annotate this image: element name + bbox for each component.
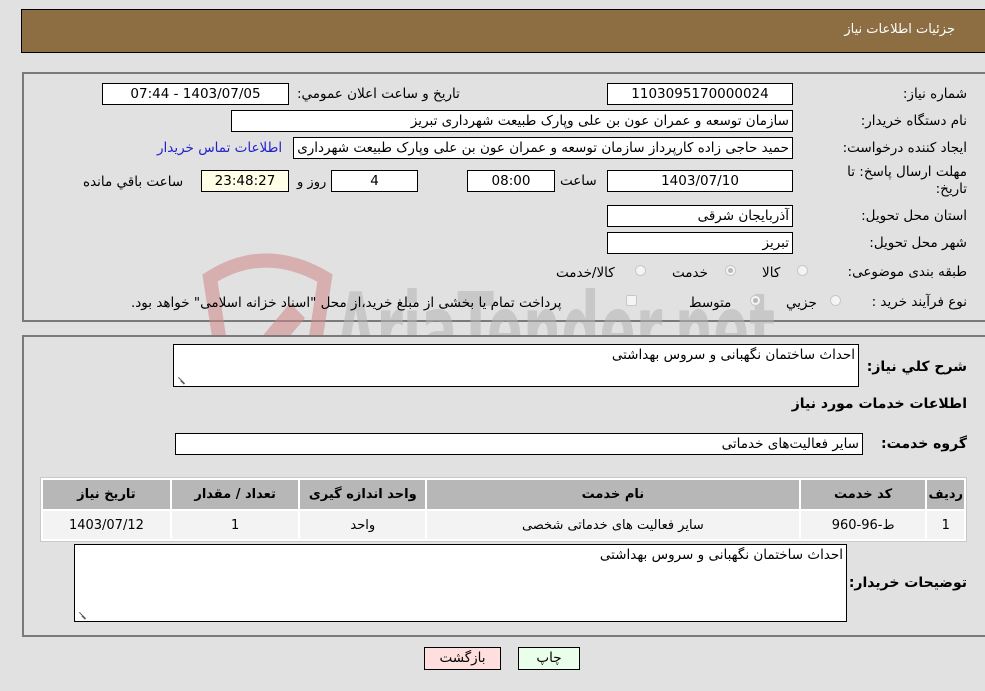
col-header-service-name: نام خدمت — [427, 480, 799, 509]
remaining-time-field[interactable]: 23:48:27 — [201, 170, 289, 192]
category-radio-goods[interactable] — [797, 265, 808, 276]
purchase-type-label: نوع فرآیند خرید : — [871, 294, 967, 310]
need-number-field[interactable]: 1103095170000024 — [607, 83, 793, 105]
category-radio-service[interactable] — [725, 265, 736, 276]
requester-field[interactable]: حمید حاجی زاده کارپرداز سازمان توسعه و ع… — [293, 137, 793, 159]
buyer-notes-textarea[interactable]: احداث ساختمان نگهبانی و سروس بهداشتی — [74, 544, 847, 622]
deadline-label-line2: تاریخ: — [935, 181, 967, 197]
print-button[interactable]: چاپ — [518, 647, 580, 670]
back-button[interactable]: بازگشت — [424, 647, 501, 670]
province-field[interactable]: آذربایجان شرقی — [607, 205, 793, 227]
col-header-service-code: کد خدمت — [800, 480, 926, 509]
announce-datetime-field[interactable]: 1403/07/05 - 07:44 — [102, 83, 289, 105]
service-group-field[interactable]: سایر فعالیت‌های خدماتی — [175, 433, 863, 455]
resize-grip-icon[interactable] — [78, 611, 86, 619]
page-title: جزئیات اطلاعات نیاز — [844, 22, 955, 37]
city-field[interactable]: تبریز — [607, 232, 793, 254]
requester-label: ایجاد کننده درخواست: — [842, 140, 967, 156]
buyer-contact-link[interactable]: اطلاعات تماس خریدار — [157, 140, 282, 156]
description-text: احداث ساختمان نگهبانی و سروس بهداشتی — [611, 347, 855, 363]
province-label: استان محل تحویل: — [861, 208, 967, 224]
deadline-time-field[interactable]: 08:00 — [467, 170, 555, 192]
col-header-row-number: ردیف — [927, 480, 964, 509]
cell-service-name: سایر فعالیت های خدماتی شخصی — [427, 511, 799, 539]
cell-service-code: ط-96-960 — [800, 511, 926, 539]
remaining-time-label: ساعت باقي مانده — [83, 174, 184, 190]
deadline-time-label: ساعت — [560, 173, 597, 189]
services-heading: اطلاعات خدمات مورد نیاز — [791, 396, 967, 412]
purchase-option-medium: متوسط — [689, 295, 732, 311]
col-header-need-date: تاریخ نیاز — [43, 480, 170, 509]
purchase-option-small: جزيي — [786, 295, 817, 311]
service-group-label: گروه خدمت: — [881, 436, 967, 452]
category-radio-goods-service[interactable] — [635, 265, 646, 276]
deadline-label-line1: مهلت ارسال پاسخ: تا — [847, 164, 967, 180]
col-header-quantity: تعداد / مقدار — [171, 480, 299, 509]
treasury-bonds-checkbox[interactable] — [626, 295, 637, 306]
buyer-notes-text: احداث ساختمان نگهبانی و سروس بهداشتی — [599, 547, 843, 563]
category-label: طبقه بندی موضوعی: — [847, 264, 967, 280]
buyer-org-field[interactable]: سازمان توسعه و عمران عون بن علی وپارک طب… — [231, 110, 793, 132]
category-option-goods-service: کالا/خدمت — [556, 265, 615, 281]
cell-row-number: 1 — [927, 511, 964, 539]
treasury-bonds-label: پرداخت تمام یا بخشی از مبلغ خرید،از محل … — [131, 295, 562, 311]
col-header-unit: واحد اندازه گیری — [300, 480, 426, 509]
cell-quantity: 1 — [171, 511, 299, 539]
city-label: شهر محل تحویل: — [869, 235, 967, 251]
description-textarea[interactable]: احداث ساختمان نگهبانی و سروس بهداشتی — [173, 344, 859, 387]
remaining-days-field[interactable]: 4 — [331, 170, 418, 192]
buyer-notes-label: توضیحات خریدار: — [848, 575, 967, 591]
cell-unit: واحد — [300, 511, 426, 539]
cell-need-date: 1403/07/12 — [43, 511, 170, 539]
description-label: شرح کلي نیاز: — [866, 359, 967, 375]
resize-grip-icon[interactable] — [177, 376, 185, 384]
table-header-row: ردیف کد خدمت نام خدمت واحد اندازه گیری ت… — [43, 480, 964, 509]
category-option-service: خدمت — [672, 265, 708, 281]
announce-datetime-label: تاریخ و ساعت اعلان عمومي: — [297, 86, 460, 102]
services-table: ردیف کد خدمت نام خدمت واحد اندازه گیری ت… — [40, 477, 967, 542]
purchase-radio-small[interactable] — [830, 295, 841, 306]
page-header: جزئیات اطلاعات نیاز — [21, 9, 985, 53]
buyer-org-label: نام دستگاه خریدار: — [860, 113, 967, 129]
need-number-label: شماره نیاز: — [902, 86, 967, 102]
deadline-date-field[interactable]: 1403/07/10 — [607, 170, 793, 192]
days-label: روز و — [297, 175, 327, 190]
purchase-radio-medium[interactable] — [750, 295, 761, 306]
table-row: 1 ط-96-960 سایر فعالیت های خدماتی شخصی و… — [43, 511, 964, 539]
category-option-goods: کالا — [762, 265, 781, 281]
